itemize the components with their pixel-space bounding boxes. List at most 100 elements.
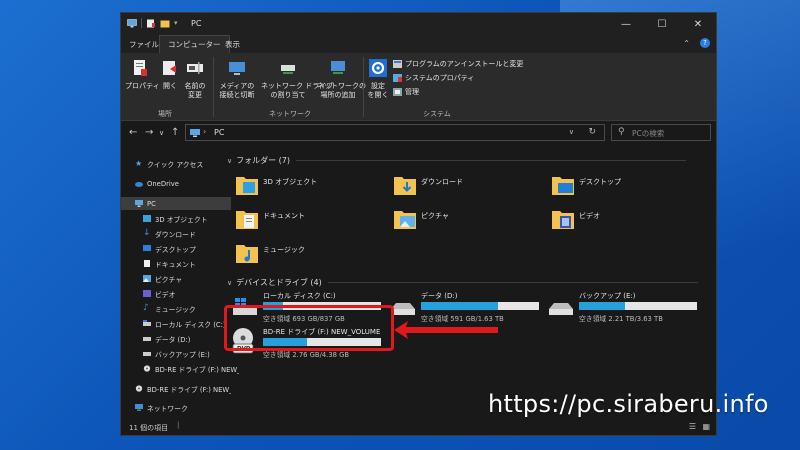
nav-item-label: ドキュメント [155,260,196,269]
maximize-button[interactable]: ☐ [644,13,680,35]
nav-item-pc[interactable]: PC [121,197,231,210]
tab-view[interactable]: 表示 [225,39,240,50]
nav-item-label: 3D オブジェクト [155,215,208,224]
group-label-location: 場所 [158,110,172,118]
watermark: https://pc.siraberu.info [488,390,769,418]
forward-arrow-icon[interactable]: → [145,127,153,138]
cloud-icon [135,182,143,187]
download-icon: ↓ [143,228,151,238]
large-icons-view-icon[interactable]: ▦ [702,422,710,431]
add-network-location-label: ネットワークの 場所の追加 [317,82,366,99]
network-icon [135,404,143,411]
system-properties-icon [393,74,402,82]
title-bar: ▾ PC — ☐ ✕ [121,13,716,35]
search-input[interactable]: ⚲ PCの検索 [611,124,711,141]
drive-backup-e[interactable]: バックアップ (E:) 空き領域 2.21 TB/3.63 TB [547,291,707,325]
close-button[interactable]: ✕ [680,13,716,35]
map-network-drive-button[interactable]: ネットワーク ドライブ の割り当て [261,59,333,100]
nav-item-label: PC [147,199,156,208]
folder-label: ミュージック [263,246,305,254]
back-arrow-icon[interactable]: ← [129,127,137,138]
divider [296,160,686,161]
star-icon: ★ [135,159,143,168]
nav-item-label: ミュージック [155,305,196,314]
cube-icon [143,215,151,222]
group-label-network: ネットワーク [269,110,311,118]
open-settings-button[interactable]: 設定 を開く [367,59,389,100]
address-dropdown-icon[interactable]: ∨ [569,128,574,136]
nav-item-bd-re-f-root[interactable]: BD-RE ドライブ (F:) NEW_VOLUME [121,382,231,395]
system-properties-label: システムのプロパティ [405,74,475,82]
folder-label: デスクトップ [579,178,621,186]
folder-pictures[interactable]: ピクチャ [393,207,543,237]
collapse-ribbon-icon[interactable]: ⌃ [683,39,690,48]
details-view-icon[interactable]: ☰ [689,422,696,431]
nav-item-label: デスクトップ [155,245,196,254]
nav-item-label: データ (D:) [155,335,191,344]
uninstall-program-item[interactable]: プログラムのアンインストールと変更 [393,59,523,69]
help-icon[interactable]: ? [700,38,710,48]
nav-item-quick-access[interactable]: ★ クイック アクセス [121,157,231,170]
folder-desktop-icon [552,177,574,195]
media-connect-label: メディアの 接続と切断 [219,82,255,99]
folder-desktop[interactable]: デスクトップ [551,173,701,203]
tab-file[interactable]: ファイル [129,39,159,50]
section-folders-header[interactable]: ∨ フォルダー (7) [227,155,686,166]
open-button[interactable]: 開く [159,59,181,91]
minimize-button[interactable]: — [608,13,644,35]
nav-item-label: ネットワーク [147,404,188,413]
ribbon: プロパティ 開く 名前の 変更 場所 メディアの 接続と切断 ネットワーク ドラ… [121,53,716,121]
folder-3d-icon [236,177,258,195]
properties-label: プロパティ [125,82,160,90]
computer-icon [135,200,143,207]
properties-button[interactable]: プロパティ [125,59,160,91]
new-folder-icon[interactable] [160,19,170,28]
open-label: 開く [163,82,177,90]
rename-button[interactable]: 名前の 変更 [183,59,207,100]
drive-usage-fill [421,302,498,310]
refresh-icon[interactable]: ↻ [588,127,596,137]
highlight-box [224,305,394,351]
add-network-location-button[interactable]: ネットワークの 場所の追加 [317,59,366,100]
address-input[interactable]: › PC ∨ ↻ [185,124,605,141]
search-placeholder: PCの検索 [632,129,665,138]
folder-downloads[interactable]: ダウンロード [393,173,543,203]
folder-music[interactable]: ミュージック [235,241,385,271]
folder-3d-objects[interactable]: 3D オブジェクト [235,173,385,203]
group-label-system: システム [423,110,451,118]
tab-computer[interactable]: コンピューター [159,35,230,53]
drive-usage-bar [421,302,539,310]
open-icon [163,61,176,75]
search-icon: ⚲ [618,127,625,137]
window-title: PC [191,19,202,28]
document-icon [144,260,150,267]
folder-music-icon [236,245,258,263]
recent-locations-chevron-icon[interactable]: ∨ [159,129,164,137]
divider [141,18,142,28]
nav-item-label: クイック アクセス [147,160,204,169]
folder-video-icon [552,211,574,229]
section-drives-header[interactable]: ∨ デバイスとドライブ (4) [227,277,698,288]
manage-item[interactable]: 管理 [393,87,419,97]
item-count: 11 個の項目 [129,424,169,432]
open-settings-label: 設定 を開く [367,82,389,99]
disk-icon [143,352,151,356]
nav-item-network[interactable]: ネットワーク [121,401,231,414]
media-icon [229,62,245,75]
computer-icon [127,18,137,27]
properties-icon[interactable] [146,19,156,28]
network-location-icon [331,61,345,74]
system-properties-item[interactable]: システムのプロパティ [393,73,474,83]
drive-usage-fill [579,302,626,310]
desktop-icon [143,245,151,251]
nav-item-onedrive[interactable]: OneDrive [121,177,231,190]
folder-document-icon [236,211,258,229]
manage-icon [393,88,402,96]
content-pane: ∨ フォルダー (7) 3D オブジェクト ダウンロード デスクトップ ドキュメ… [221,145,716,417]
folder-videos[interactable]: ビデオ [551,207,701,237]
media-connect-button[interactable]: メディアの 接続と切断 [217,59,257,100]
up-arrow-icon[interactable]: ↑ [171,127,179,138]
folder-documents[interactable]: ドキュメント [235,207,385,237]
divider [363,57,364,117]
quick-access-dropdown-icon[interactable]: ▾ [174,19,178,27]
